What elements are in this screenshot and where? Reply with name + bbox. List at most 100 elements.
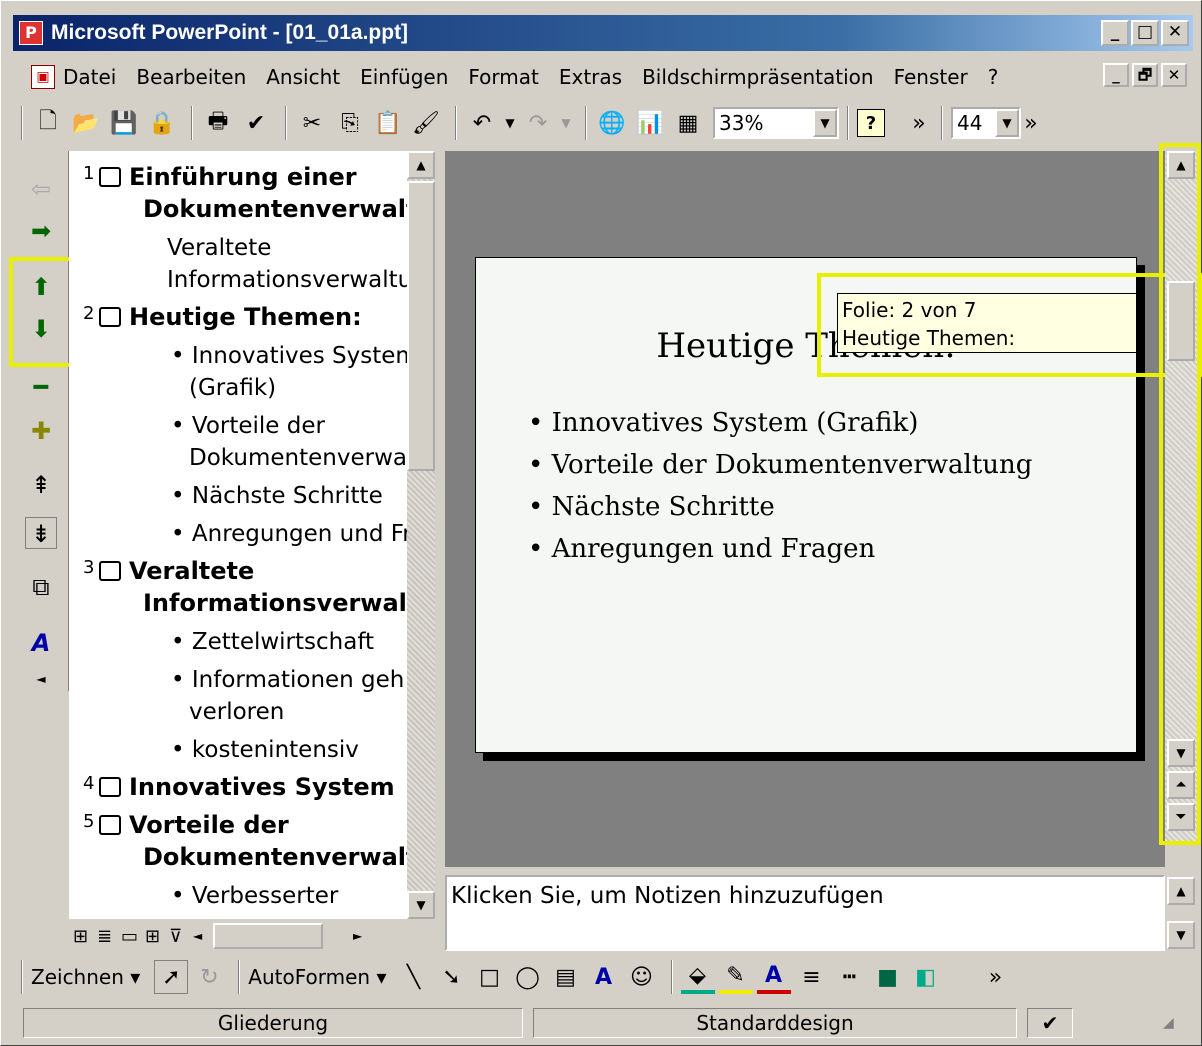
- scroll-thumb[interactable]: [407, 181, 435, 471]
- show-formatting-icon[interactable]: A: [25, 627, 57, 659]
- menu-fenster[interactable]: Fenster: [894, 65, 968, 89]
- horizontal-scroll-thumb[interactable]: [213, 923, 323, 949]
- permission-icon[interactable]: 🔒: [145, 106, 179, 140]
- scroll-right-button[interactable]: ►: [353, 929, 362, 943]
- scroll-up-button[interactable]: ▲: [407, 151, 435, 179]
- slideshow-icon[interactable]: ⊽: [169, 926, 193, 947]
- slide-bullet[interactable]: • Vorteile der Dokumentenverwaltung: [528, 450, 1032, 480]
- notes-pane[interactable]: Klicken Sie, um Notizen hinzuzufügen: [445, 875, 1165, 951]
- chart-icon[interactable]: 📊: [633, 106, 667, 140]
- shadow-icon[interactable]: ■: [871, 960, 905, 994]
- doc-restore-button[interactable]: 🗗: [1132, 63, 1158, 87]
- scroll-down-button[interactable]: ▼: [1167, 921, 1195, 949]
- menu-einfuegen[interactable]: Einfügen: [360, 65, 448, 89]
- rotate-icon[interactable]: ↻: [192, 960, 226, 994]
- resize-grip-icon[interactable]: ◢: [1163, 1015, 1174, 1031]
- clipart-icon[interactable]: ☺: [625, 960, 659, 994]
- document-icon[interactable]: ▣: [31, 65, 55, 89]
- paste-icon[interactable]: 📋: [371, 106, 405, 140]
- table-icon[interactable]: ▦: [671, 106, 705, 140]
- oval-icon[interactable]: ◯: [511, 960, 545, 994]
- slide-sorter-icon[interactable]: ⊞: [145, 926, 169, 947]
- menu-format[interactable]: Format: [468, 65, 538, 89]
- cut-icon[interactable]: ✂: [295, 106, 329, 140]
- status-bar: Gliederung Standarddesign ✔ ◢: [13, 1005, 1193, 1041]
- fill-color-icon[interactable]: ⬙: [680, 960, 715, 994]
- format-painter-icon[interactable]: 🖌: [409, 106, 443, 140]
- font-size-combo[interactable]: 44 ▼: [951, 107, 1021, 139]
- menu-datei[interactable]: Datei: [63, 65, 116, 89]
- slide-bullet[interactable]: • Anregungen und Fragen: [528, 534, 875, 564]
- menu-bearbeiten[interactable]: Bearbeiten: [136, 65, 246, 89]
- menu-extras[interactable]: Extras: [559, 65, 622, 89]
- outline-slide-4[interactable]: 4 Innovatives System: [83, 773, 395, 801]
- print-icon[interactable]: 🖶: [201, 106, 235, 140]
- textbox-icon[interactable]: ▤: [549, 960, 583, 994]
- promote-icon[interactable]: ⇦: [25, 173, 57, 205]
- menu-ansicht[interactable]: Ansicht: [266, 65, 340, 89]
- scroll-down-button[interactable]: ▼: [407, 891, 435, 919]
- copy-icon[interactable]: ⎘: [333, 106, 367, 140]
- help-icon[interactable]: ?: [857, 109, 885, 137]
- slide-bullet[interactable]: • Nächste Schritte: [528, 492, 775, 522]
- redo-icon[interactable]: ↷: [521, 106, 555, 140]
- select-pointer-icon[interactable]: ➚: [154, 960, 189, 994]
- pane-splitter[interactable]: [435, 151, 445, 951]
- doc-close-button[interactable]: ✕: [1161, 63, 1187, 87]
- normal-view-icon[interactable]: ⊞: [73, 926, 97, 947]
- maximize-button[interactable]: □: [1131, 20, 1159, 46]
- powerpoint-app-icon[interactable]: P: [19, 21, 43, 45]
- menu-help[interactable]: ?: [988, 65, 999, 89]
- expand-icon[interactable]: ✚: [25, 415, 57, 447]
- scroll-left-button[interactable]: ◄: [193, 929, 213, 943]
- open-icon[interactable]: 📂: [69, 106, 103, 140]
- toolbar-overflow-icon[interactable]: »: [1021, 106, 1041, 140]
- notes-scrollbar[interactable]: ▲ ▼: [1165, 875, 1197, 951]
- chevron-down-icon[interactable]: ▼: [995, 109, 1019, 137]
- autoshapes-menu-button[interactable]: AutoFormen ▾: [248, 965, 386, 989]
- outline-pane[interactable]: 1 Einführung einer Dokumentenverwalt Vera…: [69, 151, 407, 919]
- collapse-icon[interactable]: ━: [25, 371, 57, 403]
- 3d-icon[interactable]: ◧: [909, 960, 943, 994]
- wordart-icon[interactable]: A: [587, 960, 621, 994]
- toolbar-overflow-icon[interactable]: »: [909, 106, 929, 140]
- new-icon[interactable]: 🗋: [31, 106, 65, 140]
- outline-scrollbar[interactable]: ▲ ▼: [407, 151, 435, 919]
- toolbar-overflow-left-icon[interactable]: ◄: [25, 663, 57, 695]
- dash-style-icon[interactable]: ┅: [833, 960, 867, 994]
- arrow-icon[interactable]: ➘: [435, 960, 469, 994]
- draw-menu-button[interactable]: Zeichnen ▾: [31, 965, 140, 989]
- minimize-button[interactable]: _: [1101, 20, 1129, 46]
- collapse-all-icon[interactable]: ⇞: [25, 469, 57, 501]
- summary-slide-icon[interactable]: ⧉: [25, 571, 57, 603]
- line-style-icon[interactable]: ≡: [795, 960, 829, 994]
- font-color-icon[interactable]: A: [756, 960, 791, 994]
- zoom-combo[interactable]: 33% ▼: [713, 107, 839, 139]
- slide-bullet[interactable]: • Innovatives System (Grafik): [528, 408, 918, 438]
- chevron-down-icon[interactable]: ▼: [813, 109, 837, 137]
- redo-dropdown-icon[interactable]: ▼: [559, 106, 573, 140]
- spellcheck-status-icon[interactable]: ✔: [1027, 1008, 1073, 1038]
- outline-slide-1[interactable]: 1 Einführung einer: [83, 163, 357, 191]
- hyperlink-icon[interactable]: 🌐: [595, 106, 629, 140]
- outline-slide-5[interactable]: 5 Vorteile der: [83, 811, 289, 839]
- undo-dropdown-icon[interactable]: ▼: [503, 106, 517, 140]
- outline-slide-5-title-cont: Dokumentenverwalt: [143, 843, 407, 871]
- line-color-icon[interactable]: ✎: [718, 960, 753, 994]
- outline-view-icon[interactable]: ≣: [97, 926, 121, 947]
- demote-icon[interactable]: ➡: [25, 215, 57, 247]
- undo-icon[interactable]: ↶: [465, 106, 499, 140]
- slide-view-icon[interactable]: ▭: [121, 926, 145, 947]
- close-button[interactable]: ✕: [1161, 20, 1189, 46]
- scroll-up-button[interactable]: ▲: [1167, 877, 1195, 905]
- spellcheck-icon[interactable]: ✔: [239, 106, 273, 140]
- menu-bildschirmpraesentation[interactable]: Bildschirmpräsentation: [642, 65, 874, 89]
- rectangle-icon[interactable]: □: [473, 960, 507, 994]
- save-icon[interactable]: 💾: [107, 106, 141, 140]
- outline-slide-2[interactable]: 2 Heutige Themen:: [83, 303, 362, 331]
- doc-minimize-button[interactable]: _: [1103, 63, 1129, 87]
- toolbar-overflow-icon[interactable]: »: [979, 960, 1013, 994]
- line-icon[interactable]: ╲: [397, 960, 431, 994]
- outline-slide-3[interactable]: 3 Veraltete: [83, 557, 254, 585]
- expand-all-icon[interactable]: ⇟: [25, 517, 57, 549]
